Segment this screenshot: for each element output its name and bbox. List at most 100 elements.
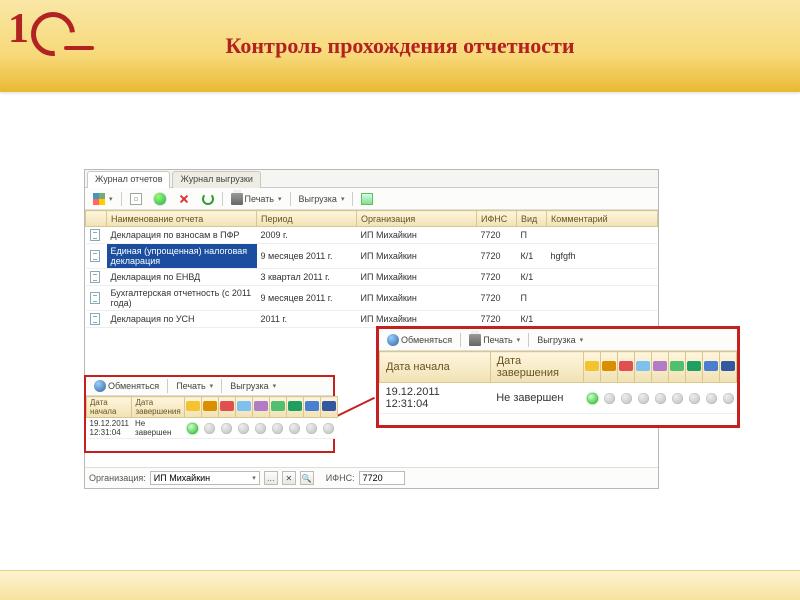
- separator: [121, 192, 122, 206]
- new-button[interactable]: [126, 191, 146, 207]
- col-status-7[interactable]: [286, 397, 303, 418]
- col-org[interactable]: Организация: [357, 211, 477, 227]
- cell-name: Декларация по ЕНВД: [107, 269, 257, 286]
- col-status-3[interactable]: [618, 352, 635, 383]
- led-off-icon: [221, 423, 232, 434]
- org-search-button[interactable]: 🔍: [300, 471, 314, 485]
- toolbar-main: ▾ Печать▾ Выгрузка▾: [85, 188, 658, 210]
- print-button[interactable]: Печать▾: [227, 191, 286, 207]
- table-row[interactable]: Декларация по УСН 2011 г. ИП Михайкин 77…: [86, 311, 658, 328]
- col-status-2[interactable]: [601, 352, 618, 383]
- row-icon: [86, 227, 107, 244]
- org-label: Организация:: [89, 473, 146, 483]
- cell-status: [601, 383, 618, 414]
- col-icon[interactable]: [86, 211, 107, 227]
- slide-title: Контроль прохождения отчетности: [0, 0, 800, 92]
- refresh-button[interactable]: [198, 191, 218, 207]
- org-ellipsis-button[interactable]: …: [264, 471, 278, 485]
- col-comment[interactable]: Комментарий: [547, 211, 658, 227]
- led-off-icon: [306, 423, 317, 434]
- col-status-9[interactable]: [320, 397, 337, 418]
- exchange-button[interactable]: Обменяться: [383, 332, 456, 348]
- col-status-7[interactable]: [686, 352, 703, 383]
- print-button[interactable]: Печать▾: [172, 379, 217, 393]
- export-button[interactable]: Выгрузка▾: [533, 333, 587, 347]
- cell-ifns: 7720: [477, 227, 517, 244]
- col-status-9[interactable]: [720, 352, 737, 383]
- cell-comment: [547, 286, 658, 311]
- org-clear-button[interactable]: ✕: [282, 471, 296, 485]
- led-on-icon: [187, 423, 198, 434]
- exchange-button[interactable]: Обменяться: [90, 378, 163, 394]
- col-status-8[interactable]: [303, 397, 320, 418]
- table-row[interactable]: Бухгалтерская отчетность (с 2011 года) 9…: [86, 286, 658, 311]
- print-button[interactable]: Печать▾: [465, 332, 524, 348]
- col-status-4[interactable]: [235, 397, 252, 418]
- col-kind[interactable]: Вид: [517, 211, 547, 227]
- tab-uploads[interactable]: Журнал выгрузки: [172, 171, 260, 188]
- col-end[interactable]: Дата завершения: [132, 397, 184, 418]
- led-off-icon: [723, 393, 734, 404]
- extra-button[interactable]: [357, 191, 377, 207]
- col-status-1[interactable]: [584, 352, 601, 383]
- cell-ifns: 7720: [477, 244, 517, 269]
- cell-status: [635, 383, 652, 414]
- col-end[interactable]: Дата завершения: [490, 352, 583, 383]
- print-label: Печать: [176, 381, 205, 391]
- exchange-table-small: Дата начала Дата завершения 19.12.2011 1…: [86, 396, 338, 439]
- col-ifns[interactable]: ИФНС: [477, 211, 517, 227]
- col-status-8[interactable]: [703, 352, 720, 383]
- table-row[interactable]: 19.12.2011 12:31:04 Не завершен: [87, 418, 338, 439]
- delete-button[interactable]: [174, 191, 194, 207]
- filter-button[interactable]: ▾: [89, 191, 117, 207]
- exchange-label: Обменяться: [401, 335, 452, 345]
- separator: [221, 379, 222, 393]
- export-button[interactable]: Выгрузка▾: [295, 192, 349, 206]
- col-name[interactable]: Наименование отчета: [107, 211, 257, 227]
- col-start[interactable]: Дата начала: [380, 352, 491, 383]
- cell-status: [720, 383, 737, 414]
- col-status-5[interactable]: [652, 352, 669, 383]
- print-label: Печать: [483, 335, 512, 345]
- col-status-2[interactable]: [201, 397, 218, 418]
- col-start[interactable]: Дата начала: [87, 397, 132, 418]
- cell-name: Декларация по УСН: [107, 311, 257, 328]
- cell-comment: [547, 227, 658, 244]
- tab-reports[interactable]: Журнал отчетов: [87, 171, 170, 188]
- table-row[interactable]: 19.12.2011 12:31:04 Не завершен: [380, 383, 737, 414]
- status-icon: [670, 361, 684, 371]
- separator: [460, 333, 461, 347]
- col-status-1[interactable]: [184, 397, 201, 418]
- led-off-icon: [706, 393, 717, 404]
- col-status-5[interactable]: [252, 397, 269, 418]
- cell-name: Декларация по взносам в ПФР: [107, 227, 257, 244]
- col-status-6[interactable]: [669, 352, 686, 383]
- cell-comment: [547, 311, 658, 328]
- table-row[interactable]: Декларация по ЕНВД 3 квартал 2011 г. ИП …: [86, 269, 658, 286]
- led-off-icon: [638, 393, 649, 404]
- ifns-select[interactable]: 7720: [359, 471, 405, 485]
- led-off-icon: [272, 423, 283, 434]
- led-off-icon: [655, 393, 666, 404]
- chevron-down-icon: ▾: [252, 474, 256, 482]
- cell-org: ИП Михайкин: [357, 286, 477, 311]
- open-button[interactable]: [150, 191, 170, 207]
- cell-name: Бухгалтерская отчетность (с 2011 года): [107, 286, 257, 311]
- table-row[interactable]: Единая (упрощенная) налоговая декларация…: [86, 244, 658, 269]
- exchange-panel-small: Обменяться Печать▾ Выгрузка▾ Дата начала…: [84, 375, 335, 453]
- col-status-6[interactable]: [269, 397, 286, 418]
- cell-end: Не завершен: [132, 418, 184, 439]
- logo-underline-icon: [64, 46, 94, 50]
- cell-end: Не завершен: [490, 383, 583, 414]
- org-select[interactable]: ИП Михайкин ▾: [150, 471, 260, 485]
- col-period[interactable]: Период: [257, 211, 357, 227]
- cell-period: 2009 г.: [257, 227, 357, 244]
- doc-icon: [90, 250, 100, 262]
- table-row[interactable]: Декларация по взносам в ПФР 2009 г. ИП М…: [86, 227, 658, 244]
- row-icon: [86, 286, 107, 311]
- export-button[interactable]: Выгрузка▾: [226, 379, 280, 393]
- col-status-3[interactable]: [218, 397, 235, 418]
- disk-icon: [361, 193, 373, 205]
- led-off-icon: [672, 393, 683, 404]
- col-status-4[interactable]: [635, 352, 652, 383]
